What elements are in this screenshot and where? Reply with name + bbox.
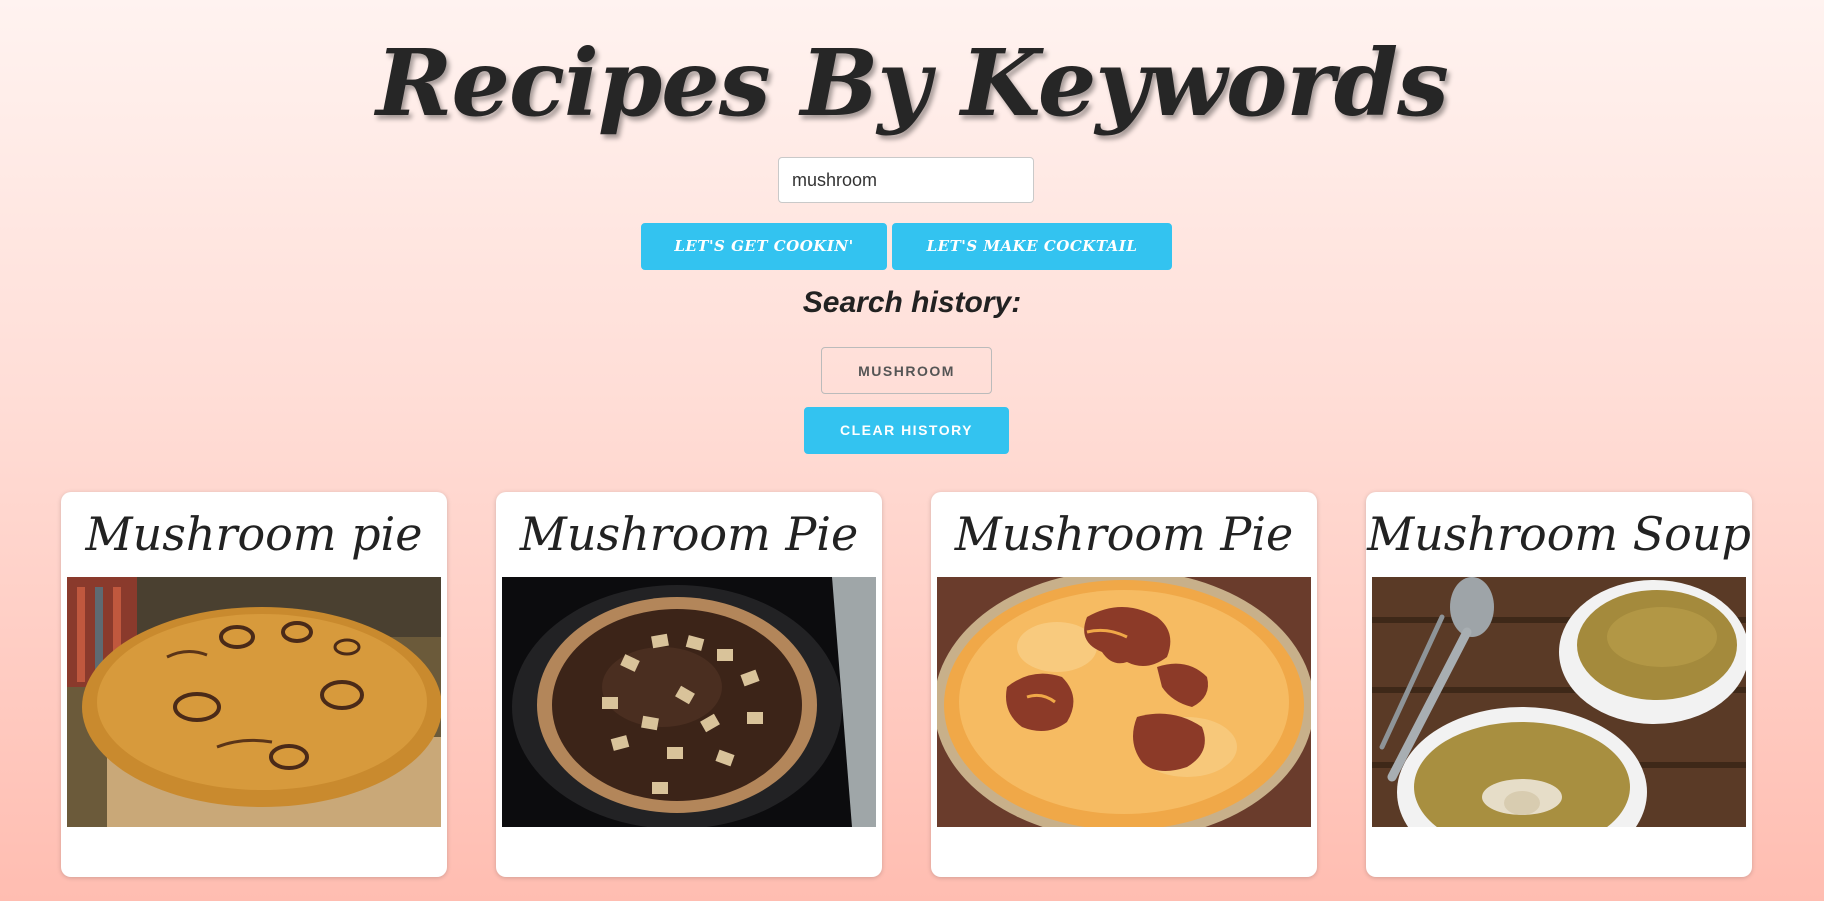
search-history-heading: Search history:	[802, 286, 1022, 319]
page-title: Recipes By Keywords	[376, 29, 1449, 137]
search-input[interactable]	[778, 157, 1034, 203]
recipe-image[interactable]	[1372, 577, 1746, 827]
history-item-mushroom[interactable]: MUSHROOM	[821, 347, 992, 394]
recipe-image[interactable]	[67, 577, 441, 827]
recipe-image[interactable]	[937, 577, 1311, 827]
recipe-card[interactable]: Mushroom pie	[61, 492, 447, 877]
recipe-image[interactable]	[502, 577, 876, 827]
recipe-card[interactable]: Mushroom Soup	[1366, 492, 1752, 877]
recipe-card[interactable]: Mushroom Pie	[931, 492, 1317, 877]
recipe-title: Mushroom Soup	[1367, 507, 1751, 561]
recipe-title: Mushroom Pie	[519, 507, 859, 561]
clear-history-button[interactable]: CLEAR HISTORY	[804, 407, 1009, 454]
lets-make-cocktail-button[interactable]: LET'S MAKE COCKTAIL	[892, 223, 1172, 270]
lets-get-cookin-button[interactable]: LET'S GET COOKIN'	[641, 223, 887, 270]
recipe-title: Mushroom pie	[85, 507, 423, 561]
recipe-card[interactable]: Mushroom Pie	[496, 492, 882, 877]
recipe-title: Mushroom Pie	[954, 507, 1294, 561]
